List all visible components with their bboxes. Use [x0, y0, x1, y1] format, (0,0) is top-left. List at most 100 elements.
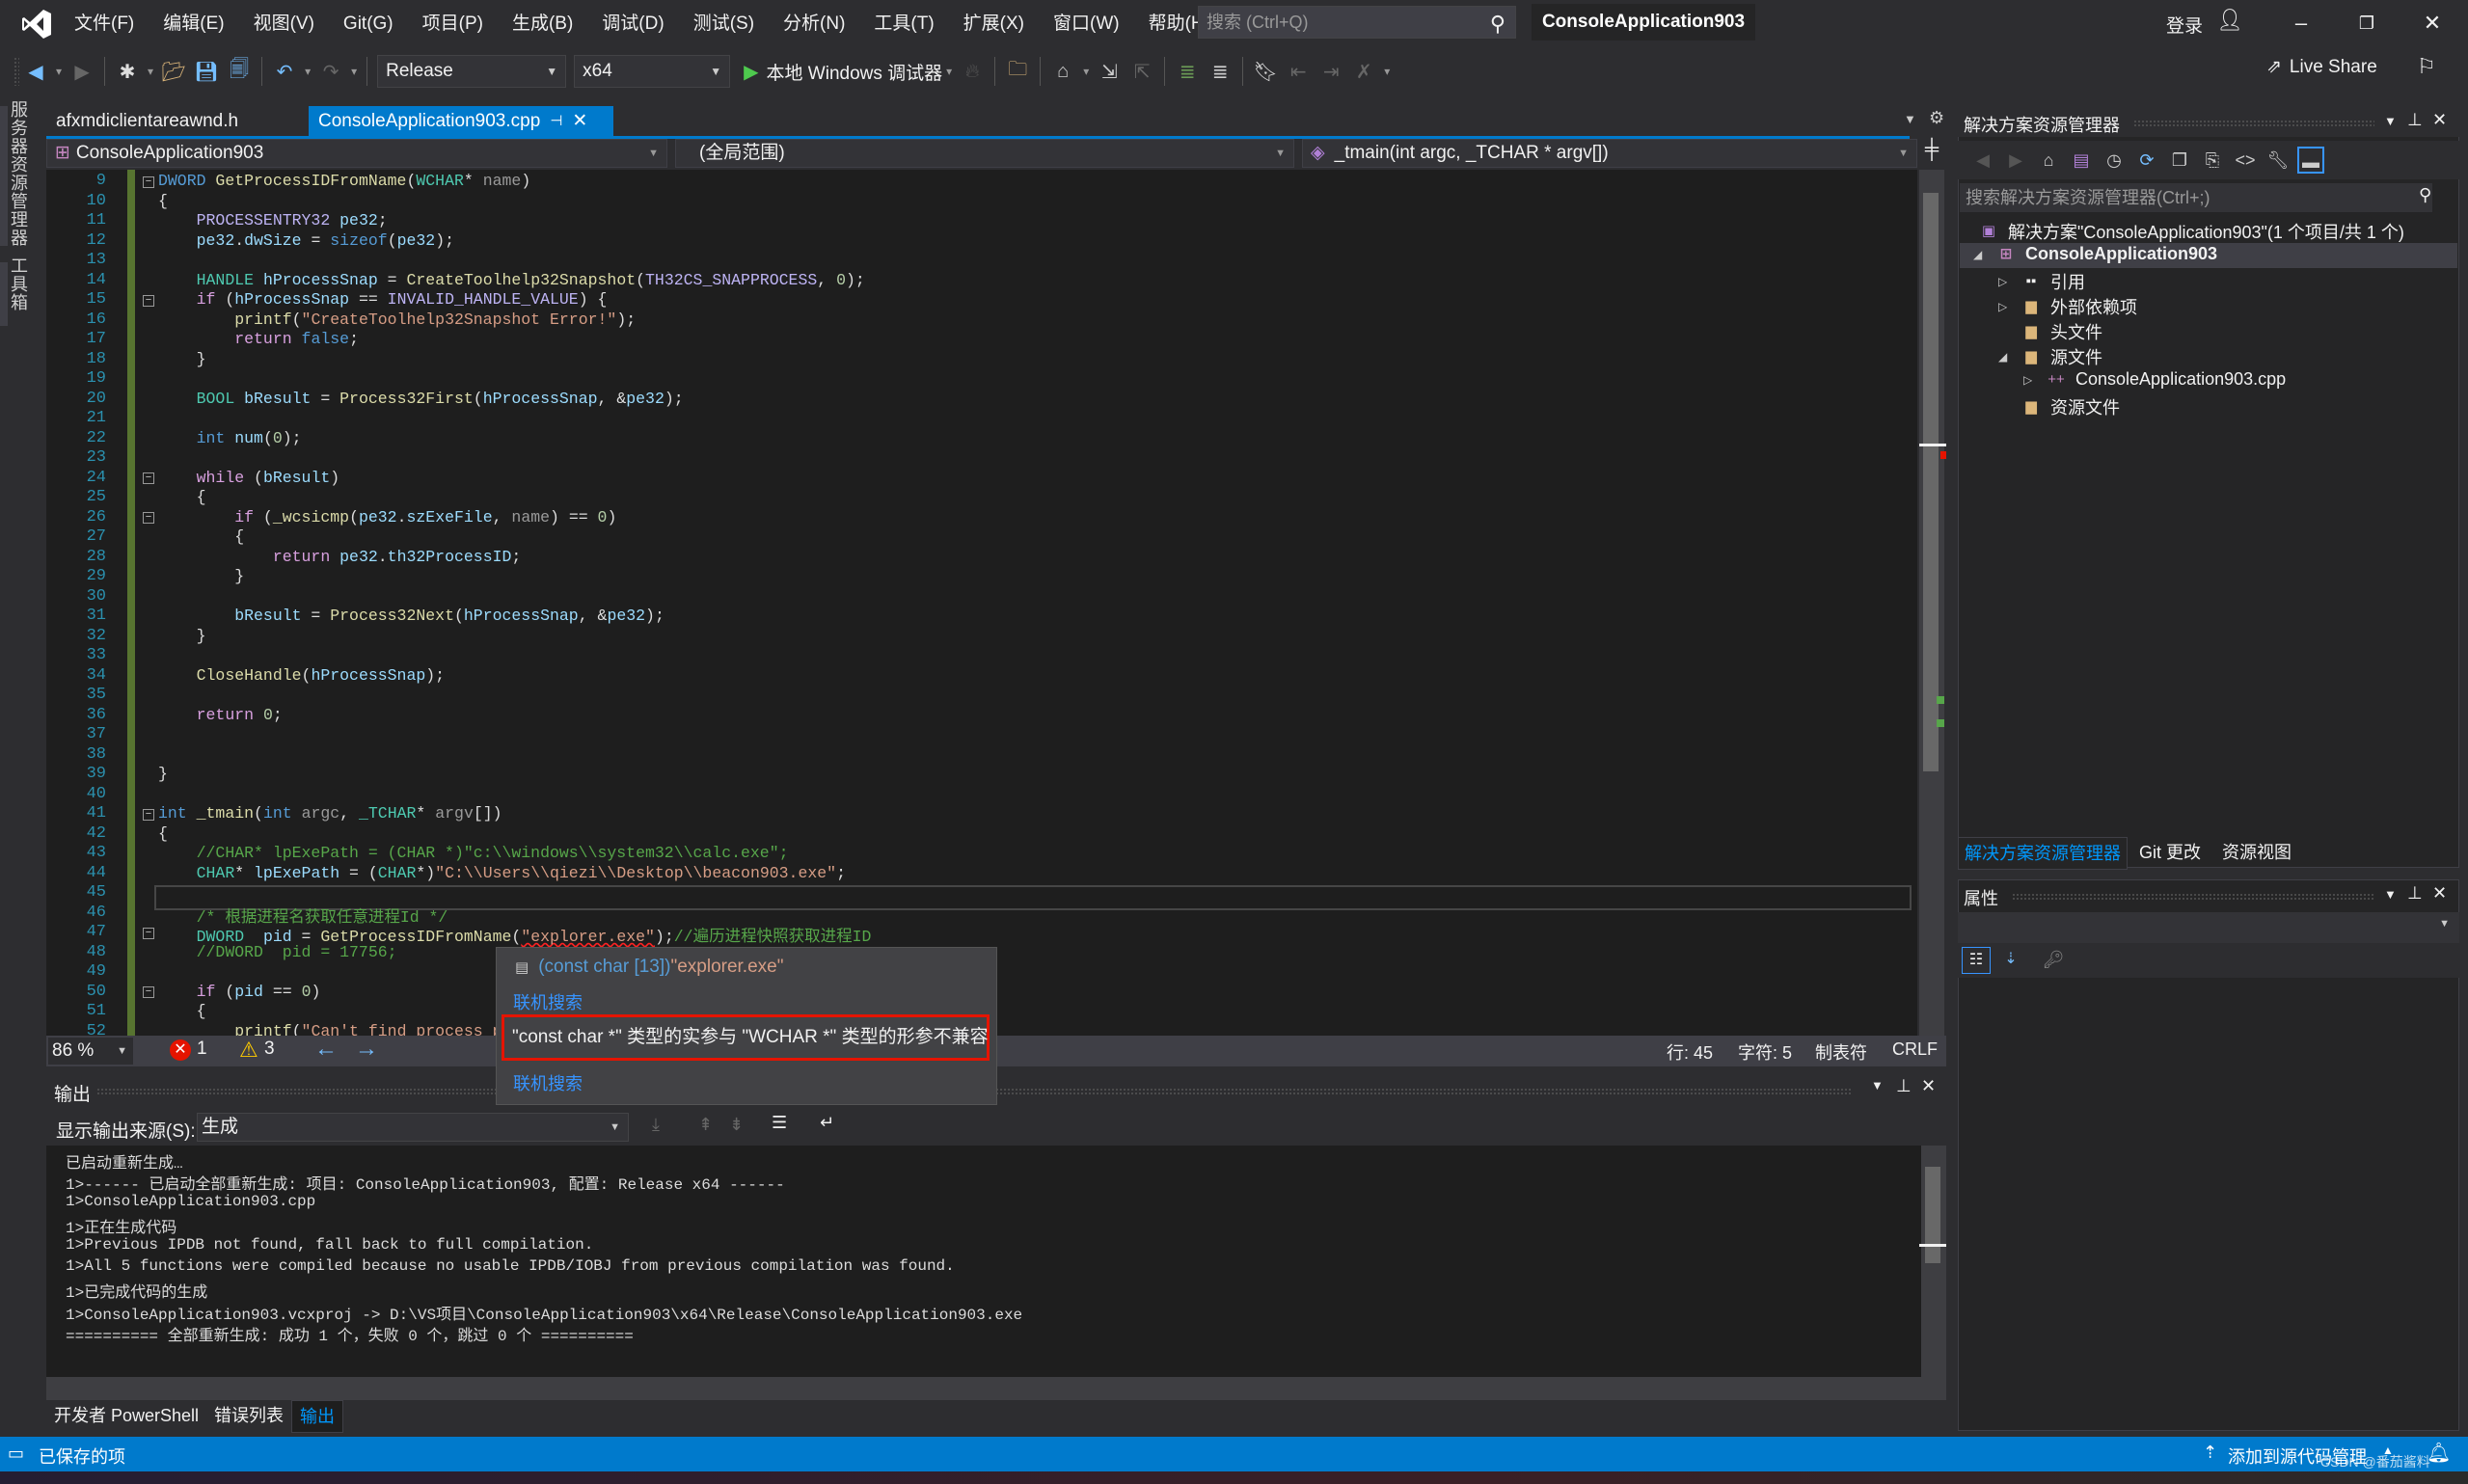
code-editor[interactable]: 9 10 11 12 13 14 15 16 17 18 19 20 21 22 23 24 25 26 27 28 2…: [46, 170, 1917, 1036]
collapse-toggle-icon[interactable]: −: [143, 472, 154, 484]
quick-search-input[interactable]: 搜索 (Ctrl+Q) ⚲: [1198, 6, 1516, 39]
alphabetical-icon[interactable]: ⇣: [1996, 947, 2025, 974]
next-message-icon[interactable]: ⇟: [729, 1115, 744, 1135]
browser-link-icon[interactable]: ⌂: [1048, 57, 1077, 86]
forward-icon[interactable]: ▶: [2002, 147, 2029, 174]
redo-icon[interactable]: ↷: [316, 57, 345, 86]
sign-in-link[interactable]: 登录: [2166, 12, 2203, 38]
save-icon[interactable]: 💾︎: [192, 57, 221, 86]
collapsed-triangle-icon[interactable]: ▷: [2023, 373, 2037, 387]
column-indicator[interactable]: 字符: 5: [1738, 1039, 1792, 1065]
preview-selected-icon[interactable]: ▬: [2297, 147, 2324, 174]
user-icon[interactable]: 👤︎: [2216, 8, 2243, 33]
collapse-all-icon[interactable]: ❐: [2166, 147, 2193, 174]
step-over-icon[interactable]: ⇱: [1127, 57, 1156, 86]
indent-mode-indicator[interactable]: 制表符: [1815, 1039, 1867, 1065]
solution-configuration-select[interactable]: Release ▼: [377, 55, 567, 88]
editor-scroll-thumb[interactable]: [1923, 193, 1939, 771]
clear-all-icon[interactable]: ☰: [772, 1113, 787, 1133]
show-all-files-icon[interactable]: ⎘: [2199, 147, 2226, 174]
collapsed-triangle-icon[interactable]: ▷: [1998, 300, 2012, 313]
minimize-button[interactable]: –: [2272, 4, 2330, 42]
close-window-button[interactable]: ✕: [2403, 4, 2461, 42]
next-issue-icon[interactable]: →: [355, 1036, 378, 1063]
toolbar-overflow-dropdown[interactable]: ▾: [1384, 65, 1390, 78]
solution-explorer-search-input[interactable]: 搜索解决方案资源管理器(Ctrl+;): [1960, 183, 2432, 212]
save-all-icon[interactable]: 🗐: [225, 57, 254, 86]
collapse-toggle-icon[interactable]: −: [143, 809, 154, 821]
previous-message-icon[interactable]: ⇞: [698, 1115, 713, 1135]
tab-error-list[interactable]: 错误列表: [206, 1400, 291, 1433]
properties-wrench-icon[interactable]: 🔧︎: [2265, 147, 2292, 174]
home-icon[interactable]: ⌂: [2035, 147, 2062, 174]
collapse-toggle-icon[interactable]: −: [143, 986, 154, 998]
panel-options-dropdown[interactable]: ▼: [2384, 114, 2397, 128]
hot-reload-icon[interactable]: 🔥︎: [958, 57, 987, 86]
comment-lines-icon[interactable]: ≣: [1173, 57, 1202, 86]
debug-target-dropdown[interactable]: ▾: [946, 65, 952, 78]
menu-view[interactable]: 视图(V): [239, 0, 329, 48]
menu-file[interactable]: 文件(F): [60, 0, 149, 48]
error-icon[interactable]: ✕: [170, 1039, 191, 1061]
search-online-link[interactable]: 联机搜索: [513, 1070, 583, 1095]
gear-icon[interactable]: ⚙: [1929, 108, 1944, 128]
previous-issue-icon[interactable]: ←: [314, 1036, 338, 1063]
property-pages-icon[interactable]: 🔑︎: [2039, 947, 2068, 974]
live-share-button[interactable]: ⇗ Live Share: [2266, 56, 2377, 78]
open-file-icon[interactable]: 📂︎: [159, 57, 188, 86]
clear-bookmarks-icon[interactable]: ✗: [1349, 57, 1378, 86]
output-scroll-thumb[interactable]: [1925, 1167, 1940, 1263]
tab-consoleapplication903-cpp[interactable]: ConsoleApplication903.cpp ⊣ ✕: [309, 106, 613, 136]
restore-button[interactable]: ❐: [2338, 4, 2396, 42]
undo-dropdown[interactable]: ▾: [305, 65, 311, 78]
navigate-back-dropdown[interactable]: ▾: [56, 65, 62, 78]
pin-icon[interactable]: ⊥: [2407, 110, 2423, 130]
tree-item-resource-files[interactable]: ▆ 资源文件: [2021, 394, 2120, 419]
collapse-toggle-icon[interactable]: −: [143, 176, 154, 188]
panel-options-dropdown[interactable]: ▼: [1871, 1078, 1884, 1093]
new-project-icon[interactable]: ✱: [113, 57, 142, 86]
bookmark-icon[interactable]: 🔖︎: [1251, 57, 1280, 86]
notifications-icon[interactable]: 🔔︎: [2427, 1441, 2451, 1465]
word-wrap-icon[interactable]: ↵: [820, 1113, 834, 1133]
tab-solution-explorer[interactable]: 解决方案资源管理器: [1958, 837, 2128, 870]
menu-project[interactable]: 项目(P): [408, 0, 498, 48]
switch-views-icon[interactable]: ▤: [2068, 147, 2095, 174]
next-bookmark-icon[interactable]: ⇥: [1316, 57, 1345, 86]
back-icon[interactable]: ◀: [1969, 147, 1996, 174]
pin-icon[interactable]: ⊣: [550, 106, 562, 136]
sync-icon[interactable]: ⟳: [2133, 147, 2160, 174]
tree-item-source-files[interactable]: ◢ ▆ 源文件: [1998, 344, 2102, 369]
start-debugging-button[interactable]: ▶ 本地 Windows 调试器 ▾: [744, 59, 956, 85]
line-indicator[interactable]: 行: 45: [1667, 1039, 1713, 1065]
menu-extensions[interactable]: 扩展(X): [949, 0, 1039, 48]
close-tab-icon[interactable]: ✕: [572, 106, 587, 136]
scope-dropdown[interactable]: (全局范围) ▼: [675, 139, 1294, 168]
find-message-icon[interactable]: ⤓: [652, 1115, 660, 1135]
tree-item-header-files[interactable]: ▆ 头文件: [2021, 319, 2102, 344]
tree-item-project[interactable]: ◢ ⊞ ConsoleApplication903: [1973, 244, 2217, 264]
error-count[interactable]: 1: [197, 1039, 207, 1060]
previous-bookmark-icon[interactable]: ⇤: [1284, 57, 1313, 86]
search-icon[interactable]: ⚲: [2419, 185, 2431, 205]
tab-developer-powershell[interactable]: 开发者 PowerShell: [46, 1400, 206, 1433]
pending-changes-filter-icon[interactable]: ◷: [2101, 147, 2128, 174]
collapse-toggle-icon[interactable]: −: [143, 928, 154, 939]
find-in-files-icon[interactable]: 🗀: [1003, 57, 1032, 86]
close-panel-icon[interactable]: ✕: [1921, 1076, 1936, 1096]
feedback-icon[interactable]: ⚐: [2417, 54, 2436, 79]
uncomment-lines-icon[interactable]: ≣: [1206, 57, 1234, 86]
tree-item-external-dependencies[interactable]: ▷ ▆ 外部依赖项: [1998, 294, 2137, 319]
redo-dropdown[interactable]: ▾: [351, 65, 357, 78]
menu-edit[interactable]: 编辑(E): [149, 0, 238, 48]
expanded-triangle-icon[interactable]: ◢: [1973, 248, 1987, 261]
collapsed-triangle-icon[interactable]: ▷: [1998, 275, 2012, 288]
tab-resource-view[interactable]: 资源视图: [2222, 837, 2292, 868]
search-online-link[interactable]: 联机搜索: [513, 989, 583, 1014]
menu-window[interactable]: 窗口(W): [1039, 0, 1134, 48]
menu-build[interactable]: 生成(B): [498, 0, 587, 48]
output-horizontal-scrollbar[interactable]: [46, 1377, 1946, 1400]
tab-output[interactable]: 输出: [291, 1400, 344, 1433]
categorized-icon[interactable]: ☷: [1962, 947, 1991, 974]
tree-item-solution[interactable]: ▣ 解决方案"ConsoleApplication903"(1 个项目/共 1 …: [1979, 219, 2404, 244]
